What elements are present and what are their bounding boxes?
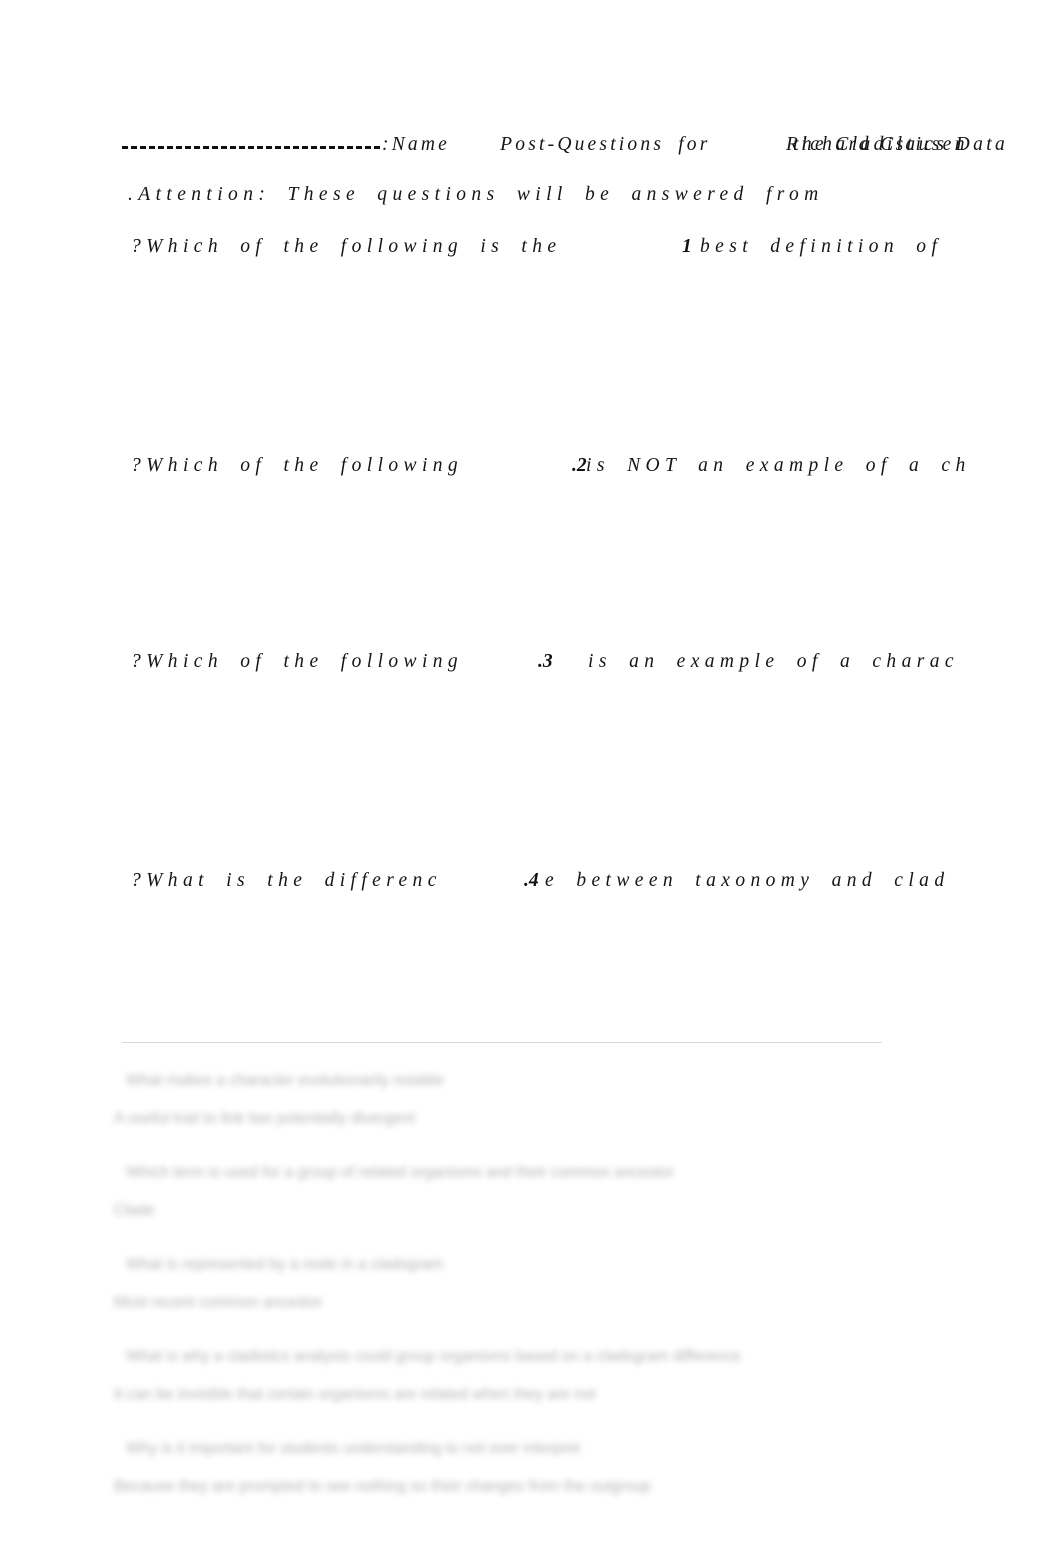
question-3-number: .3 (538, 651, 553, 672)
question-2-text-after: is NOT an example of a ch (586, 455, 971, 476)
answer-key-answer: Because they are prompted to see nothing… (114, 1478, 651, 1495)
question-2-text-before: ?Which of the following (131, 455, 464, 476)
question-4-text-after: e between taxonomy and clad (545, 870, 950, 891)
question-4-text-before: ?What is the differenc (131, 870, 442, 891)
title-tail-secondary: the Cladistics Data (793, 134, 1009, 155)
answer-block: What makes a character evolutionarily no… (112, 1062, 942, 1138)
answer-key-section: What makes a character evolutionarily no… (112, 1062, 942, 1522)
answer-key-answer: Most recent common ancestor (114, 1294, 323, 1311)
answer-key-question: What makes a character evolutionarily no… (126, 1072, 444, 1089)
answer-block: Which term is used for a group of relate… (112, 1154, 942, 1230)
name-blank-rule (122, 146, 380, 149)
answer-key-answer: Clade (114, 1202, 155, 1219)
name-label: :Name (382, 134, 450, 155)
name-label-and-title: :Name Post-Questions for (382, 134, 711, 156)
question-3-text-after: is an example of a charac (588, 651, 959, 672)
answer-key-answer: It can be invisible that certain organis… (114, 1386, 596, 1403)
answer-block: What is represented by a node in a clado… (112, 1246, 942, 1322)
question-1-text-before: ?Which of the following is the (131, 236, 562, 257)
section-divider (122, 1042, 882, 1043)
question-3-text-before: ?Which of the following (131, 651, 464, 672)
question-1-number: 1 (682, 236, 692, 257)
question-1-text-after: best definition of (700, 236, 943, 257)
answer-key-question: Why is it important for students underst… (126, 1440, 581, 1457)
question-2-number: .2 (572, 455, 587, 476)
attention-line: .Attention: These questions will be answ… (128, 184, 824, 205)
answer-key-question: What is why a cladistics analysis could … (126, 1348, 741, 1365)
answer-block: Why is it important for students underst… (112, 1430, 942, 1506)
answer-key-answer: A useful trait to link two potentially d… (114, 1110, 415, 1127)
question-4-number: .4 (524, 870, 539, 891)
answer-block: What is why a cladistics analysis could … (112, 1338, 942, 1414)
answer-key-question: Which term is used for a group of relate… (126, 1164, 674, 1181)
document-page: :Name Post-Questions for Richard Clausen… (0, 0, 1062, 1556)
answer-key-question: What is represented by a node in a clado… (126, 1256, 444, 1273)
worksheet-title: Post-Questions for (500, 134, 711, 155)
